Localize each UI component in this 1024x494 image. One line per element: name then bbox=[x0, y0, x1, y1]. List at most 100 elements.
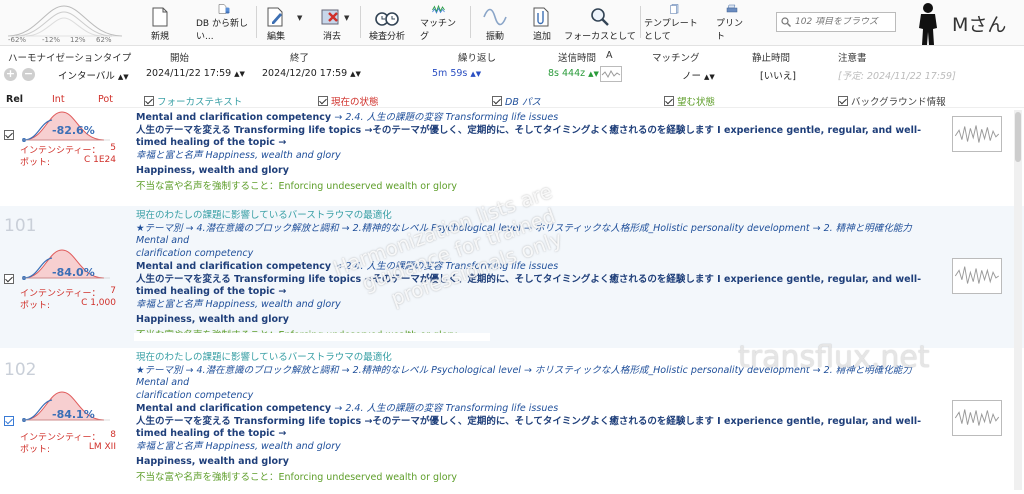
toolbar-separator bbox=[470, 6, 471, 38]
background-info-checkbox[interactable] bbox=[838, 96, 848, 106]
repeat-field[interactable]: 5m 59s ▲▼ bbox=[432, 68, 481, 79]
theme-italic-line: 幸福と富と名声 Happiness, wealth and glory bbox=[136, 298, 341, 310]
a-label: A bbox=[606, 50, 613, 61]
pot-value: LM XII bbox=[88, 442, 116, 452]
pot-column[interactable]: Pot bbox=[98, 94, 113, 105]
current-state-checkbox[interactable] bbox=[318, 96, 328, 106]
as-template-label: テンプレートとして bbox=[644, 19, 698, 42]
matching-label: マッチング bbox=[420, 19, 457, 42]
pot-label: ポット: bbox=[20, 445, 51, 455]
remove-circle-button[interactable]: − bbox=[22, 68, 35, 81]
send-time-field[interactable]: 8s 444z ▲▼ bbox=[548, 68, 599, 79]
list-item[interactable]: 101 -84.0% インテンシティー： 7 ポット: C 1,000 現在のわ… bbox=[0, 206, 1024, 348]
current-state-column[interactable]: 現在の状態 bbox=[318, 94, 379, 108]
start-date-field[interactable]: 2024/11/22 17:59 ▲▼ bbox=[146, 68, 245, 79]
db-new-label: DB から新しい... bbox=[196, 19, 248, 42]
theme-line: 人生のテーマを変える Transforming life topics →そのテ… bbox=[136, 124, 922, 149]
matching-button[interactable]: マッチング bbox=[420, 4, 458, 42]
background-info-column[interactable]: バックグラウンド情報 bbox=[838, 94, 946, 108]
magnifier-icon bbox=[591, 8, 609, 26]
focus-title: 現在のわたしの課題に影響しているバーストラウマの最適化 bbox=[136, 352, 392, 363]
add-circle-button[interactable]: + bbox=[4, 68, 17, 81]
desired-state-checkbox[interactable] bbox=[664, 96, 674, 106]
printer-icon bbox=[726, 4, 738, 13]
add-label: 追加 bbox=[532, 32, 551, 42]
happiness-line: Happiness, wealth and glory bbox=[136, 456, 289, 467]
matching-select[interactable]: ノー ▲▼ bbox=[682, 68, 715, 82]
inspect-analysis-button[interactable]: 検査分析 bbox=[368, 4, 406, 42]
up-down-arrow-icon: ▲▼ bbox=[470, 70, 482, 78]
vertical-scrollbar[interactable] bbox=[1014, 110, 1022, 490]
end-label: 終了 bbox=[290, 53, 310, 64]
harmonization-type-select[interactable]: インターバル ▲▼ bbox=[58, 68, 129, 82]
focus-title: 現在のわたしの課題に影響しているバーストラウマの最適化 bbox=[136, 210, 392, 221]
search-box[interactable] bbox=[776, 12, 896, 32]
user-avatar-silhouette-icon bbox=[919, 3, 937, 45]
toolbar-separator bbox=[640, 6, 641, 38]
pot-value: C 1E24 bbox=[83, 155, 116, 165]
as-focus-button[interactable]: フォーカスとして bbox=[564, 4, 636, 42]
waveform-thumbnail-icon[interactable] bbox=[952, 116, 1002, 152]
row-checkbox[interactable] bbox=[4, 416, 14, 426]
rest-time-value[interactable]: [いいえ] bbox=[760, 68, 796, 82]
pot-label: ポット: bbox=[20, 158, 51, 168]
add-button[interactable]: 追加 bbox=[528, 4, 556, 42]
db-path-checkbox[interactable] bbox=[492, 96, 502, 106]
delete-dropdown-arrow[interactable]: ▼ bbox=[344, 14, 349, 22]
rest-time-label: 静止時間 bbox=[752, 53, 791, 64]
focus-text-column[interactable]: フォーカステキスト bbox=[144, 94, 242, 108]
row-content: 現在のわたしの課題に影響しているバーストラウマの最適化 ★テーマ別 → 4.潜在… bbox=[136, 210, 936, 342]
search-input[interactable] bbox=[795, 17, 891, 27]
delete-icon bbox=[321, 9, 339, 25]
delete-label: 消去 bbox=[322, 32, 341, 42]
print-button[interactable]: プリント bbox=[716, 4, 748, 42]
mini-tick: -12% bbox=[42, 36, 61, 44]
list-item[interactable]: 102 -84.1% インテンシティー： 8 ポット: LM XII 現在のわた… bbox=[0, 350, 1024, 490]
int-column[interactable]: Int bbox=[52, 94, 65, 105]
row-checkbox[interactable] bbox=[4, 274, 14, 284]
happiness-line: Happiness, wealth and glory bbox=[136, 165, 289, 176]
rel-column[interactable]: Rel bbox=[6, 94, 23, 105]
mini-wave-icon[interactable] bbox=[600, 66, 622, 82]
db-path-line-cont: clarification competency bbox=[136, 247, 254, 259]
db-path-column[interactable]: DB パス bbox=[492, 94, 541, 108]
scrollbar-thumb[interactable] bbox=[1015, 112, 1021, 162]
row-checkbox[interactable] bbox=[4, 130, 14, 140]
waveform-thumbnail-icon[interactable] bbox=[952, 400, 1002, 436]
intensity-value: 7 bbox=[110, 286, 116, 296]
intensity-value: 8 bbox=[110, 430, 116, 440]
row-separator-bar bbox=[134, 333, 490, 341]
up-down-arrow-icon: ▲▼ bbox=[704, 73, 715, 81]
search-icon bbox=[781, 17, 791, 27]
theme-italic-line: 幸福と富と名声 Happiness, wealth and glory bbox=[136, 440, 341, 452]
delete-button[interactable]: 消去 bbox=[316, 4, 348, 42]
matching-header-label: マッチング bbox=[652, 53, 700, 64]
new-button[interactable]: 新規 bbox=[146, 4, 174, 42]
sine-wave-icon bbox=[483, 8, 507, 26]
topic-line: Mental and clarification competency → 2.… bbox=[136, 403, 559, 414]
note-value[interactable]: [予定: 2024/11/22 17:59] bbox=[838, 68, 956, 82]
pot-value: C 1,000 bbox=[81, 298, 116, 308]
waveform-thumbnail-icon[interactable] bbox=[952, 258, 1002, 294]
mini-tick: -62% bbox=[8, 36, 27, 44]
end-date-field[interactable]: 2024/12/20 17:59 ▲▼ bbox=[262, 68, 361, 79]
as-template-button[interactable]: テンプレートとして bbox=[644, 4, 706, 42]
up-down-arrow-icon: ▲▼ bbox=[350, 70, 361, 78]
edit-dropdown-arrow[interactable]: ▼ bbox=[297, 14, 302, 22]
print-label: プリント bbox=[716, 19, 744, 42]
up-down-arrow-icon: ▲▼ bbox=[588, 70, 599, 78]
theme-italic-line: 幸福と富と名声 Happiness, wealth and glory bbox=[136, 149, 341, 161]
list-item[interactable]: -82.6% インテンシティー： 5 ポット: C 1E24 Mental an… bbox=[0, 108, 1024, 204]
row-content: 現在のわたしの課題に影響しているバーストラウマの最適化 ★テーマ別 → 4.潜在… bbox=[136, 352, 936, 484]
db-new-button[interactable]: DB から新しい... bbox=[196, 4, 252, 42]
focus-text-checkbox[interactable] bbox=[144, 96, 154, 106]
vibration-button[interactable]: 振動 bbox=[480, 4, 510, 42]
theme-line: 人生のテーマを変える Transforming life topics →そのテ… bbox=[136, 415, 922, 440]
parameter-header: ハーモナイゼーションタイプ 開始 終了 繰り返し 送信時間 A マッチング 静止… bbox=[0, 48, 1024, 64]
mini-tick: 12% bbox=[70, 36, 86, 44]
enforce-line: 不当な富や名声を強制すること：Enforcing undeserved weal… bbox=[136, 471, 458, 483]
edit-button[interactable]: 編集 bbox=[262, 4, 290, 42]
edit-label: 編集 bbox=[266, 32, 285, 42]
desired-state-column[interactable]: 望む状態 bbox=[664, 94, 715, 108]
new-label: 新規 bbox=[150, 32, 169, 42]
